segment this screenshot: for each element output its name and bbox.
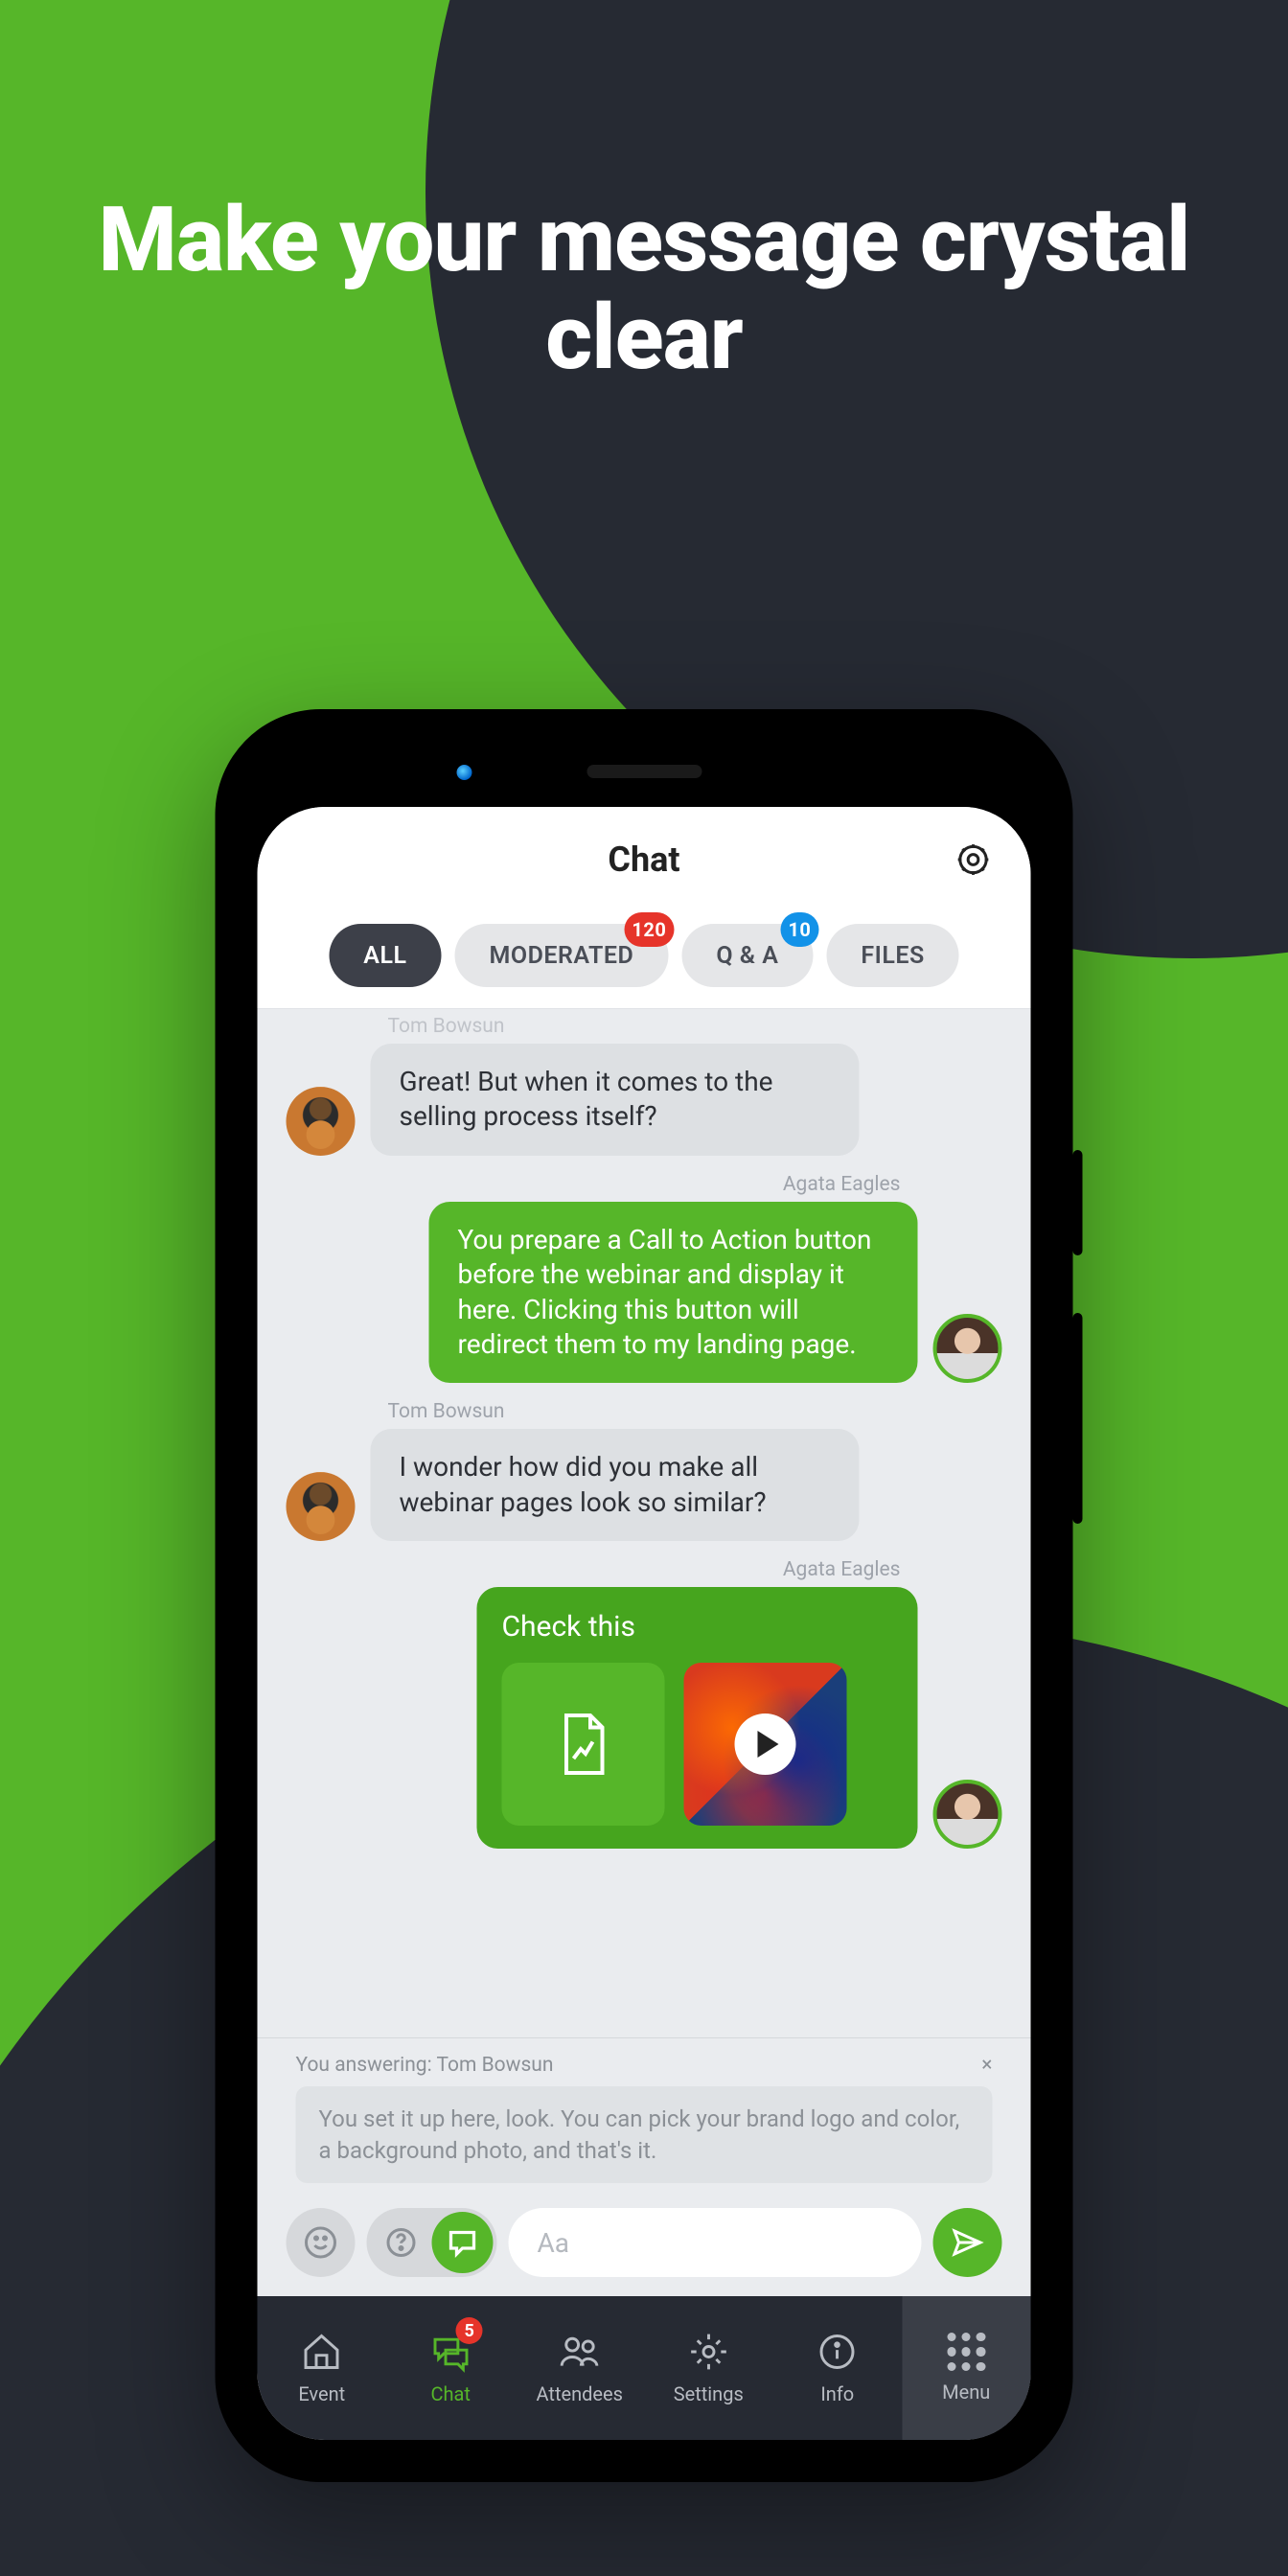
chat-messages[interactable]: Tom Bowsun Great! But when it comes to t… xyxy=(258,1009,1031,2037)
nav-label: Event xyxy=(298,2382,345,2405)
info-icon xyxy=(816,2331,859,2373)
nav-attendees[interactable]: Attendees xyxy=(516,2296,645,2440)
message-block: Agata Eagles You prepare a Call to Actio… xyxy=(287,1173,1002,1384)
sender-name: Tom Bowsun xyxy=(388,1400,1002,1423)
tab-files[interactable]: FILES xyxy=(826,924,958,987)
sender-name: Agata Eagles xyxy=(287,1558,901,1581)
nav-label: Menu xyxy=(942,2380,990,2404)
avatar[interactable] xyxy=(933,1780,1002,1849)
play-icon xyxy=(735,1714,796,1775)
bottom-nav: Event 5 Chat Attendees Settings In xyxy=(258,2296,1031,2440)
app-screen: Chat ALL MODERATED 120 Q & A 10 xyxy=(258,807,1031,2440)
promo-headline: Make your message crystal clear xyxy=(0,192,1288,386)
app-header: Chat xyxy=(258,807,1031,912)
mode-toggle xyxy=(367,2208,497,2277)
reply-preview: You answering: Tom Bowsun × You set it u… xyxy=(258,2037,1031,2193)
attachment-title: Check this xyxy=(502,1610,893,1644)
message-block: Tom Bowsun I wonder how did you make all… xyxy=(287,1400,1002,1541)
nav-label: Attendees xyxy=(537,2382,623,2405)
document-icon xyxy=(555,1711,612,1778)
settings-button[interactable] xyxy=(954,840,993,879)
message-input-bar: Aa xyxy=(258,2193,1031,2296)
phone-side-button xyxy=(1073,1150,1083,1255)
close-reply-button[interactable]: × xyxy=(981,2056,992,2076)
nav-info[interactable]: Info xyxy=(773,2296,903,2440)
avatar[interactable] xyxy=(287,1472,356,1541)
page-title: Chat xyxy=(608,840,679,880)
message-bubble: You prepare a Call to Action button befo… xyxy=(429,1202,918,1384)
question-bubble-icon xyxy=(384,2225,419,2260)
avatar[interactable] xyxy=(287,1087,356,1156)
send-icon xyxy=(951,2225,985,2260)
message-bubble: I wonder how did you make all webinar pa… xyxy=(371,1429,860,1541)
nav-chat[interactable]: 5 Chat xyxy=(386,2296,516,2440)
badge-count: 10 xyxy=(780,912,818,947)
tab-all[interactable]: ALL xyxy=(329,924,441,987)
nav-label: Info xyxy=(820,2382,854,2405)
message-block: Agata Eagles Check this xyxy=(287,1558,1002,1849)
nav-label: Settings xyxy=(674,2382,744,2405)
tab-moderated[interactable]: MODERATED 120 xyxy=(455,924,669,987)
phone-speaker xyxy=(586,765,702,778)
badge-count: 5 xyxy=(456,2317,483,2344)
badge-count: 120 xyxy=(624,912,674,947)
attachment-video[interactable] xyxy=(684,1663,847,1826)
gear-icon xyxy=(954,840,993,879)
attachment-document[interactable] xyxy=(502,1663,665,1826)
nav-label: Chat xyxy=(431,2382,471,2405)
nav-event[interactable]: Event xyxy=(258,2296,387,2440)
chat-mode-button[interactable] xyxy=(432,2212,494,2273)
tab-qa[interactable]: Q & A 10 xyxy=(681,924,813,987)
emoji-button[interactable] xyxy=(287,2208,356,2277)
nav-menu[interactable]: Menu xyxy=(902,2296,1031,2440)
chat-bubble-icon xyxy=(446,2225,480,2260)
attachment-card: Check this xyxy=(477,1587,918,1849)
reply-label: You answering: Tom Bowsun xyxy=(296,2054,554,2077)
question-mode-button[interactable] xyxy=(371,2212,432,2273)
sender-name: Agata Eagles xyxy=(287,1173,901,1196)
send-button[interactable] xyxy=(933,2208,1002,2277)
sender-name: Tom Bowsun xyxy=(388,1015,1002,1038)
menu-grid-icon xyxy=(947,2333,985,2371)
people-icon xyxy=(559,2331,601,2373)
nav-settings[interactable]: Settings xyxy=(644,2296,773,2440)
message-bubble: Great! But when it comes to the selling … xyxy=(371,1044,860,1156)
avatar[interactable] xyxy=(933,1314,1002,1383)
message-block: Tom Bowsun Great! But when it comes to t… xyxy=(287,1015,1002,1156)
gear-icon xyxy=(687,2331,729,2373)
phone-frame: Chat ALL MODERATED 120 Q & A 10 xyxy=(216,709,1073,2482)
tab-label: Q & A xyxy=(716,942,778,970)
phone-side-button xyxy=(1073,1313,1083,1524)
message-input[interactable]: Aa xyxy=(509,2208,922,2277)
reply-text: You set it up here, look. You can pick y… xyxy=(296,2086,993,2183)
phone-sensor-icon xyxy=(457,765,472,780)
home-icon xyxy=(301,2331,343,2373)
tab-label: MODERATED xyxy=(490,942,634,970)
smile-icon xyxy=(304,2225,338,2260)
chat-tabs: ALL MODERATED 120 Q & A 10 FILES xyxy=(258,912,1031,1009)
